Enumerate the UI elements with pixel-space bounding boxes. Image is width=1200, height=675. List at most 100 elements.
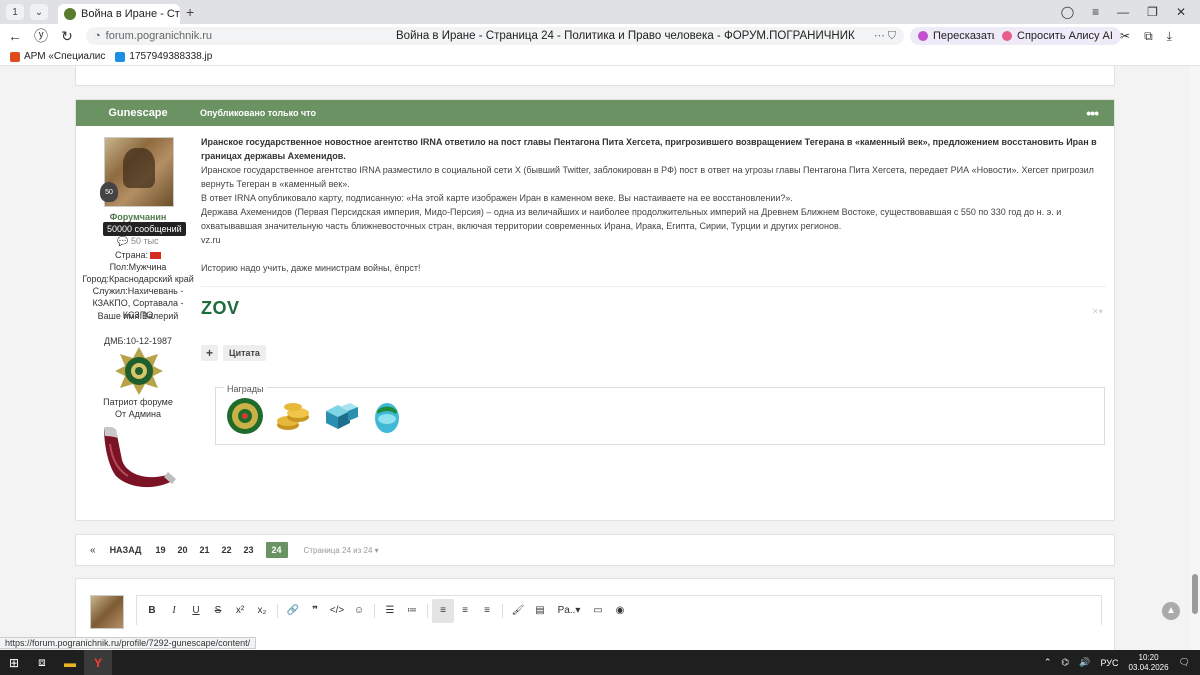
windows-start-icon[interactable]: ⊞: [0, 650, 28, 675]
superscript-button[interactable]: x²: [229, 605, 251, 616]
bold-button[interactable]: B: [141, 605, 163, 616]
yandex-browser-icon[interactable]: Y: [84, 650, 112, 675]
multiquote-button[interactable]: +: [201, 345, 218, 361]
bookmark-image[interactable]: 1757949388338.jp: [115, 51, 212, 62]
pagination: « НАЗАД 19 20 21 22 23 24 Страница 24 из…: [75, 534, 1115, 566]
previous-post-card: [75, 66, 1115, 86]
downloads-icon[interactable]: ⤓: [1167, 29, 1172, 44]
quote-icon[interactable]: ❞: [304, 605, 326, 616]
gold-coins-icon[interactable]: [274, 397, 312, 435]
bookmark-arm[interactable]: АРМ «Специалис: [10, 51, 105, 62]
retell-label: Пересказать: [933, 30, 998, 42]
strikethrough-button[interactable]: S: [207, 605, 229, 616]
post-lead: Иранское государственное новостное агент…: [201, 137, 1097, 161]
link-icon[interactable]: 🔗: [282, 605, 304, 616]
italic-button[interactable]: I: [163, 605, 185, 616]
bookmark-icon[interactable]: ⋯ ⛉: [874, 29, 904, 43]
prev-page-button[interactable]: НАЗАД: [110, 545, 142, 555]
retell-button[interactable]: Пересказать: [910, 27, 1006, 45]
language-indicator[interactable]: РУС: [1100, 658, 1118, 668]
font-size-dropdown[interactable]: Pa..▾: [551, 605, 587, 616]
page-link[interactable]: 19: [155, 545, 165, 555]
post-menu-button[interactable]: •••: [1086, 105, 1099, 121]
extensions-icon[interactable]: ✂: [1120, 29, 1130, 44]
active-tab[interactable]: Война в Иране - Страни ✕: [58, 4, 180, 24]
scrollbar-thumb[interactable]: [1192, 574, 1198, 614]
page-link[interactable]: 22: [222, 545, 232, 555]
bookmarks-bar: АРМ «Специалис 1757949388338.jp: [0, 48, 1200, 66]
maximize-icon[interactable]: ❐: [1147, 5, 1158, 19]
clock[interactable]: 10:20 03.04.2026: [1129, 653, 1169, 673]
new-tab-button[interactable]: +: [186, 4, 194, 20]
volume-icon[interactable]: 🔊: [1079, 657, 1090, 668]
underline-button[interactable]: U: [185, 605, 207, 616]
page-link[interactable]: 21: [199, 545, 209, 555]
page-title: Война в Иране - Страница 24 - Политика и…: [396, 30, 855, 42]
subscript-button[interactable]: x₂: [251, 605, 273, 616]
ask-alice-button[interactable]: Спросить Алису AI: [994, 27, 1121, 45]
code-icon[interactable]: </>: [326, 605, 348, 616]
align-left-icon[interactable]: ≡: [432, 598, 454, 623]
user-rank: Форумчанин: [109, 212, 167, 222]
back-arrow-icon[interactable]: ←: [2, 28, 28, 44]
menu-icon[interactable]: ≡: [1092, 5, 1099, 19]
post-author-link[interactable]: Gunescape: [76, 107, 200, 119]
border-guard-medal-icon[interactable]: [226, 397, 264, 435]
retell-icon: [918, 31, 928, 41]
user-name: Ваше имя:Валерий: [97, 311, 179, 321]
url-text: forum.pogranichnik.ru: [105, 30, 213, 42]
toolbar-divider: [374, 603, 375, 618]
post-paragraph: В ответ IRNA опубликовало карту, подписа…: [201, 193, 793, 203]
tray-arrow-icon[interactable]: ⌃: [1044, 657, 1052, 668]
post-date[interactable]: Опубликовано только что: [200, 108, 316, 118]
post-comment: Историю надо учить, даже министрам войны…: [201, 263, 421, 273]
notifications-icon[interactable]: 🗨: [1179, 657, 1190, 668]
forum-post: Gunescape Опубликовано только что ••• 50…: [75, 99, 1115, 521]
blue-cubes-icon[interactable]: [320, 397, 358, 435]
page-link[interactable]: 23: [244, 545, 254, 555]
page-jump-dropdown[interactable]: Страница 24 из 24 ▾: [304, 546, 379, 555]
security-shield-icon: ◔: [94, 30, 101, 42]
document-icon[interactable]: ▤: [529, 605, 551, 616]
comment-icon: 💬: [117, 236, 132, 246]
easter-egg-icon[interactable]: [368, 397, 406, 435]
bullet-list-icon[interactable]: ☰: [379, 605, 401, 616]
window-close-icon[interactable]: ✕: [1176, 5, 1186, 19]
toolbar-divider: [427, 603, 428, 618]
profile-icon[interactable]: ◯: [1061, 5, 1074, 19]
preview-eye-icon[interactable]: ◉: [609, 605, 631, 616]
reload-icon[interactable]: ↻: [54, 28, 80, 45]
first-page-icon[interactable]: «: [90, 545, 96, 556]
task-view-icon[interactable]: ⧈: [28, 650, 56, 675]
forum-favicon-icon: [64, 8, 76, 20]
page-scrollbar[interactable]: [1190, 66, 1200, 650]
minimize-icon[interactable]: —: [1117, 5, 1129, 19]
tab-list-chevron-icon[interactable]: ⌄: [30, 4, 48, 20]
align-center-icon[interactable]: ≡: [454, 605, 476, 616]
scroll-top-icon[interactable]: ▲: [1162, 602, 1180, 620]
align-right-icon[interactable]: ≡: [476, 605, 498, 616]
author-panel: 50 Форумчанин 50000 сообщений 💬 50 тыс С…: [76, 126, 200, 522]
tab-counter[interactable]: 1: [6, 4, 24, 20]
tooltip: 50000 сообщений: [103, 222, 186, 236]
page-link[interactable]: 20: [177, 545, 187, 555]
post-count-value: 50 тыс: [131, 236, 159, 246]
file-explorer-icon[interactable]: ▬: [56, 650, 84, 675]
post-paragraph: Держава Ахеменидов (Первая Персидская им…: [201, 207, 1062, 231]
browser-tab-bar: 1 ⌄ Война в Иране - Страни ✕ + ◯ ≡ — ❐ ✕: [0, 0, 1200, 24]
user-city: Город:Краснодарский край: [82, 274, 194, 284]
clock-date: 03.04.2026: [1128, 662, 1169, 672]
source-icon[interactable]: ▭: [587, 605, 609, 616]
url-field[interactable]: ◔ forum.pogranichnik.ru Война в Иране - …: [86, 27, 904, 45]
network-icon[interactable]: ⌬: [1061, 657, 1069, 668]
signature-text: ZOV: [201, 298, 240, 318]
collections-icon[interactable]: ⧉: [1144, 29, 1153, 44]
emoji-icon[interactable]: ☺: [348, 605, 370, 616]
yandex-icon[interactable]: ⓨ: [28, 26, 54, 46]
signature-hide-icon[interactable]: ✕▾: [1092, 305, 1103, 319]
paint-brush-icon[interactable]: 🖌: [507, 605, 529, 616]
quote-button[interactable]: Цитата: [223, 345, 266, 361]
awards-box: Награды: [215, 382, 1105, 445]
numbered-list-icon[interactable]: ≔: [401, 605, 423, 616]
bookmark-label: АРМ «Специалис: [24, 51, 106, 62]
